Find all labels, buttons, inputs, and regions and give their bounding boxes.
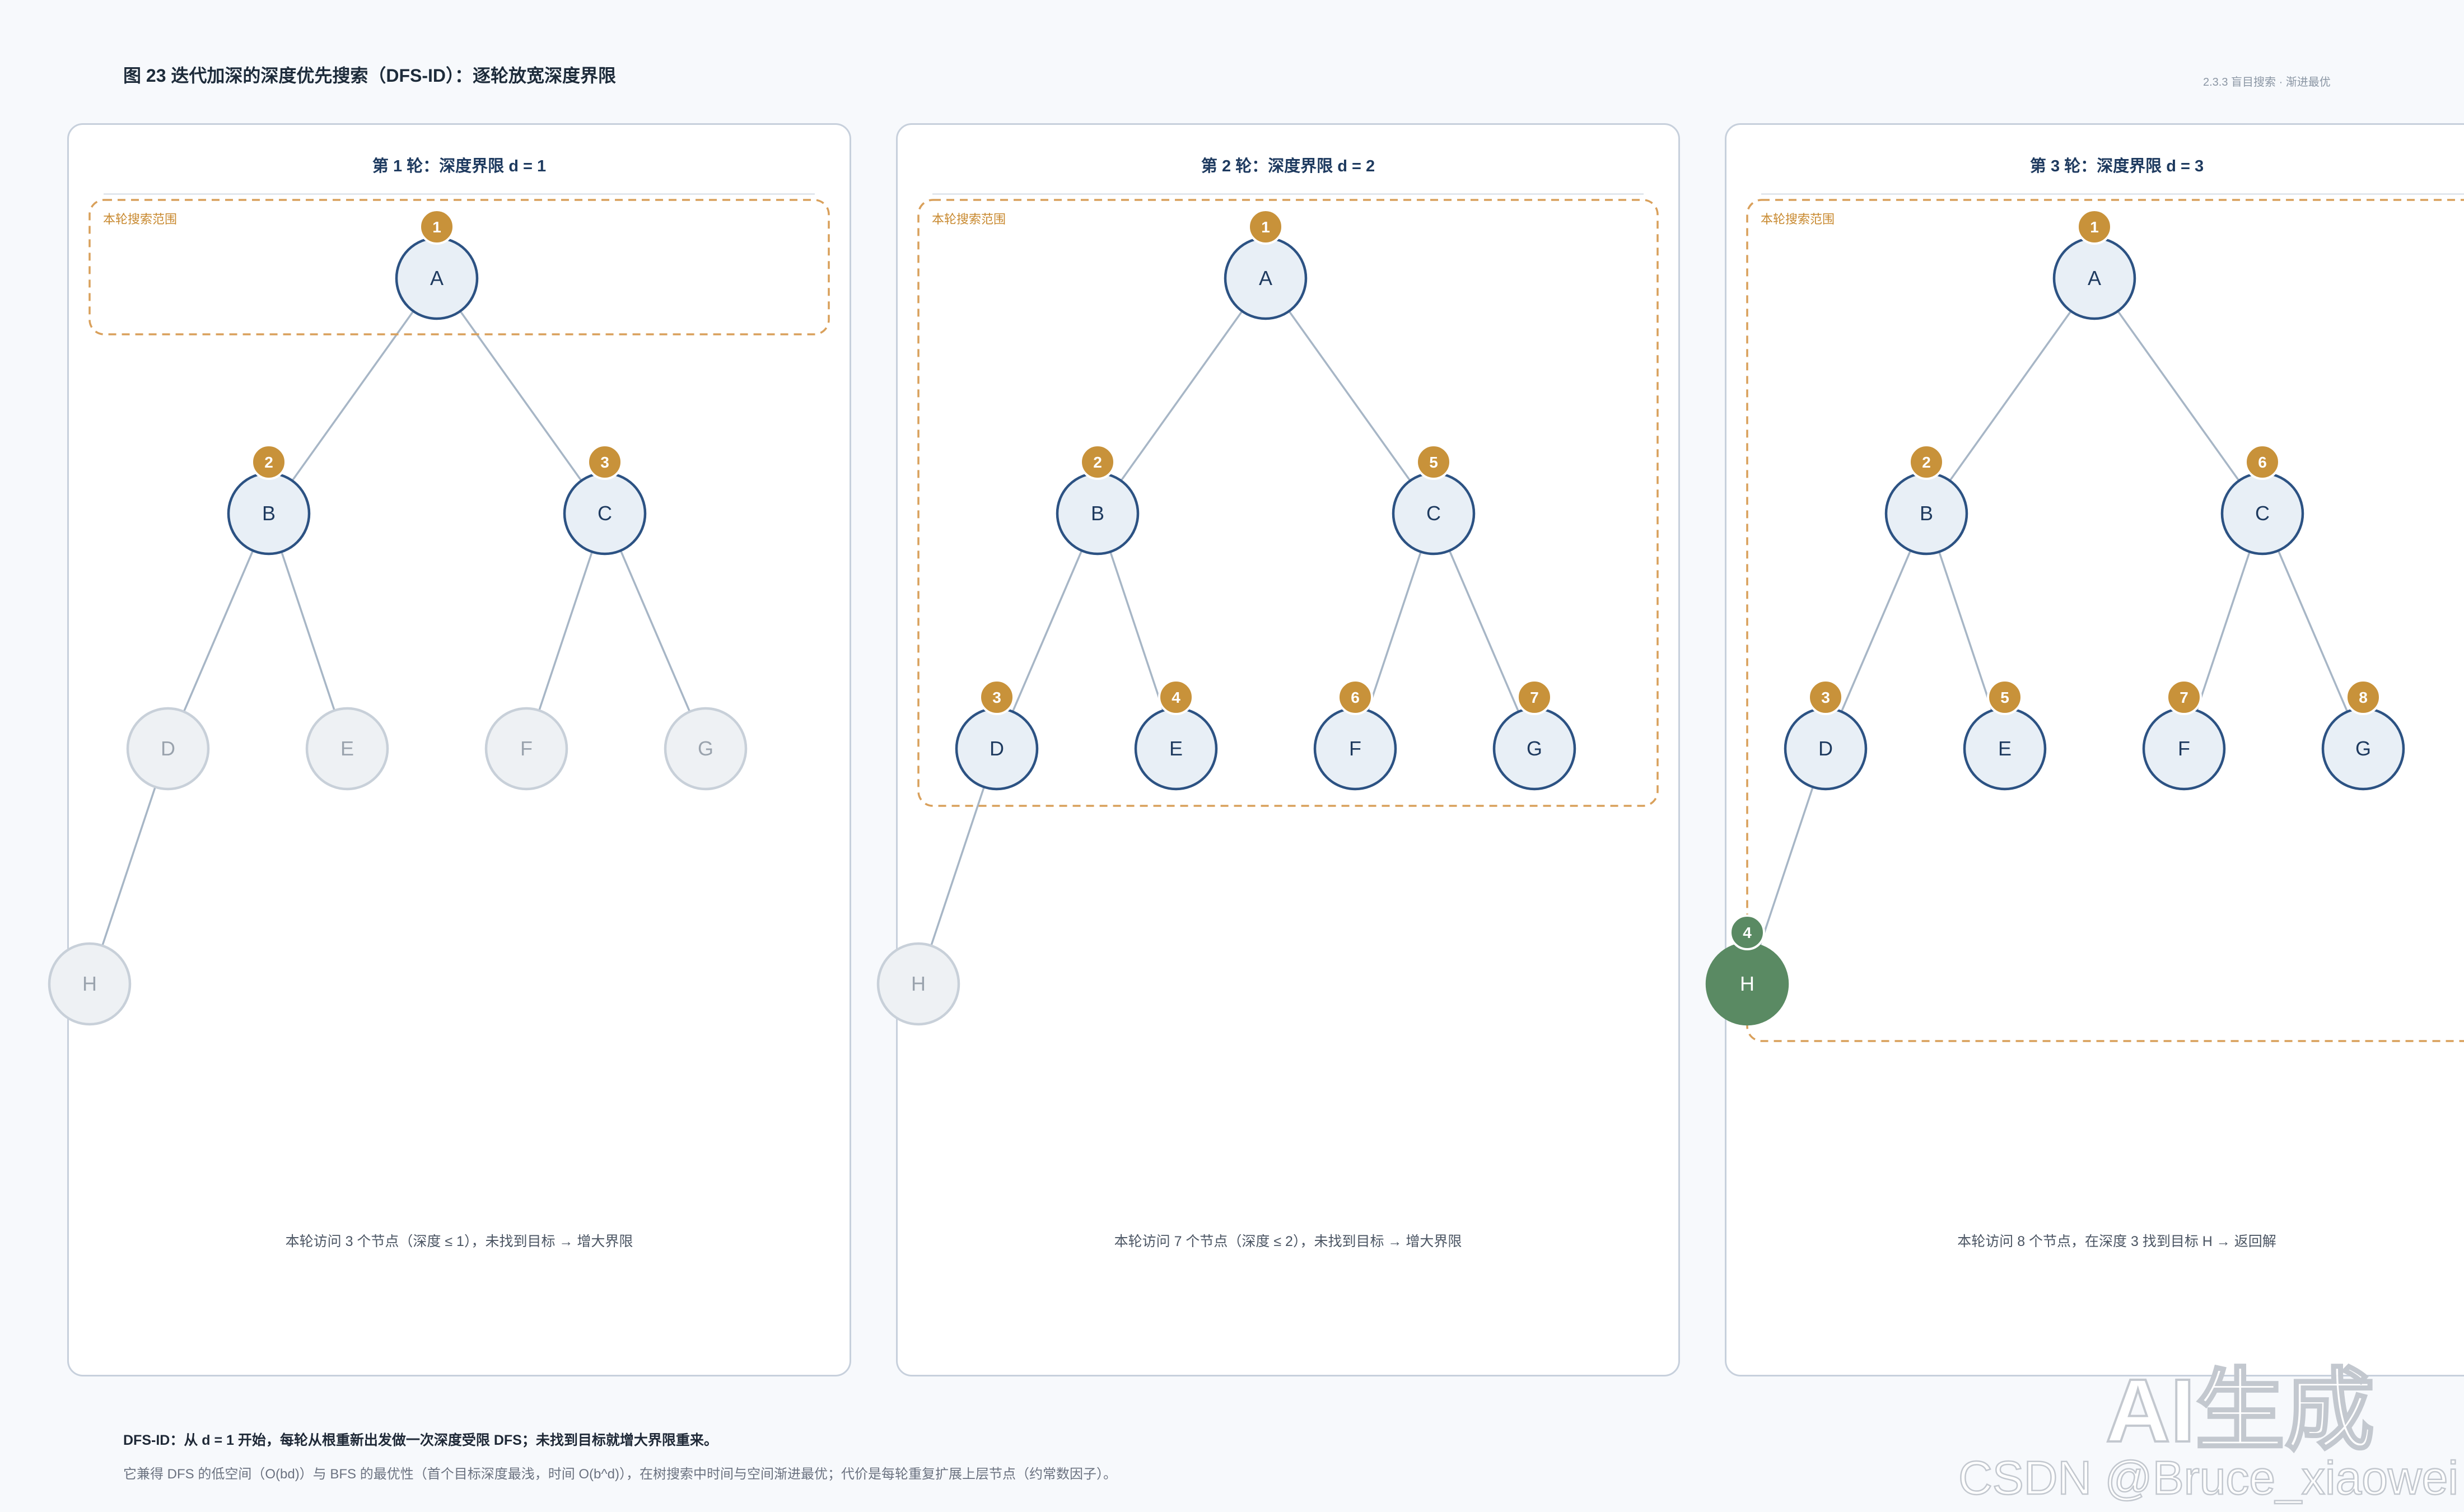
visit-order-number: 7: [1530, 689, 1539, 706]
search-scope-box: [1746, 199, 2464, 1042]
edge-a-c: [436, 277, 606, 515]
visit-order-number: 1: [2090, 218, 2099, 236]
visit-order-number: 7: [2180, 689, 2188, 706]
visit-order-number: 4: [1743, 924, 1752, 941]
visit-order-number: 2: [1093, 454, 1102, 471]
node-b-label: B: [1091, 502, 1104, 525]
round-2-tree: 本轮搜索范围 A 1 B 2 C 5 D 3 E 4 F 6 G 7 H: [876, 199, 1659, 1026]
search-scope-label: 本轮搜索范围: [932, 212, 1006, 226]
search-scope-label: 本轮搜索范围: [103, 212, 177, 226]
summary-text: DFS-ID：从 d = 1 开始，每轮从根重新出发做一次深度受限 DFS；未找…: [123, 1432, 718, 1448]
visit-order-number: 1: [432, 218, 441, 236]
visit-order-number: 5: [2000, 689, 2009, 706]
node-h-label: H: [82, 972, 97, 995]
node-h-label: H: [911, 972, 926, 995]
edge-a-b: [268, 277, 438, 515]
search-scope-label: 本轮搜索范围: [1761, 212, 1835, 226]
node-a-label: A: [430, 267, 444, 290]
node-e-label: E: [340, 737, 354, 760]
node-a-label: A: [1259, 267, 1272, 290]
visit-order-number: 3: [992, 689, 1001, 706]
node-h-label: H: [1740, 972, 1754, 995]
edge-a-b: [1096, 277, 1267, 515]
visit-order-number: 3: [600, 454, 609, 471]
round-1-tree: 本轮搜索范围 A 1 B 2 C 3 D E F G H: [48, 199, 830, 1026]
visit-order-number: 6: [2258, 454, 2267, 471]
visit-order-number: 2: [1922, 454, 1931, 471]
complexity-note: 它兼得 DFS 的低空间（O(bd)）与 BFS 的最优性（首个目标深度最浅，时…: [123, 1467, 1117, 1482]
visit-order-number: 5: [1429, 454, 1438, 471]
node-a-label: A: [2088, 267, 2101, 290]
search-tree-diagram: 本轮搜索范围A1B2C3D E F GH本轮搜索范围A1B2C5D3E4F6G7H本轮…: [48, 199, 2464, 1042]
visit-order-number: 3: [1821, 689, 1830, 706]
node-b-label: B: [1920, 502, 1933, 525]
node-d-label: D: [1818, 737, 1833, 760]
node-e-label: E: [1169, 737, 1183, 760]
edge-a-c: [2093, 277, 2264, 515]
node-e-label: E: [1998, 737, 2012, 760]
watermark: AI生成 CSDN @Bruce_xiaowei: [1958, 1360, 2459, 1504]
node-d-label: D: [161, 737, 175, 760]
node-f-label: F: [2178, 737, 2190, 760]
visit-order-number: 2: [264, 454, 273, 471]
visit-order-number: 8: [2359, 689, 2368, 706]
node-c-label: C: [2255, 502, 2270, 525]
csdn-author-mark: CSDN @Bruce_xiaowei: [1958, 1452, 2459, 1504]
node-f-label: F: [520, 737, 533, 760]
node-g-label: G: [1527, 737, 1542, 760]
ai-generated-mark: AI生成: [2104, 1360, 2376, 1460]
node-d-label: D: [990, 737, 1004, 760]
visit-order-number: 6: [1351, 689, 1360, 706]
round-3-tree: 本轮搜索范围 A 1 B 2 C 6 D 3 E 5 F 7 G 8 H 4: [1705, 199, 2464, 1042]
node-g-label: G: [698, 737, 713, 760]
visit-order-number: 1: [1261, 218, 1270, 236]
node-c-label: C: [598, 502, 612, 525]
node-f-label: F: [1349, 737, 1361, 760]
edge-a-c: [1264, 277, 1435, 515]
edge-a-b: [1925, 277, 2096, 515]
node-c-label: C: [1426, 502, 1441, 525]
node-g-label: G: [2355, 737, 2371, 760]
node-b-label: B: [262, 502, 276, 525]
visit-order-number: 4: [1172, 689, 1180, 706]
